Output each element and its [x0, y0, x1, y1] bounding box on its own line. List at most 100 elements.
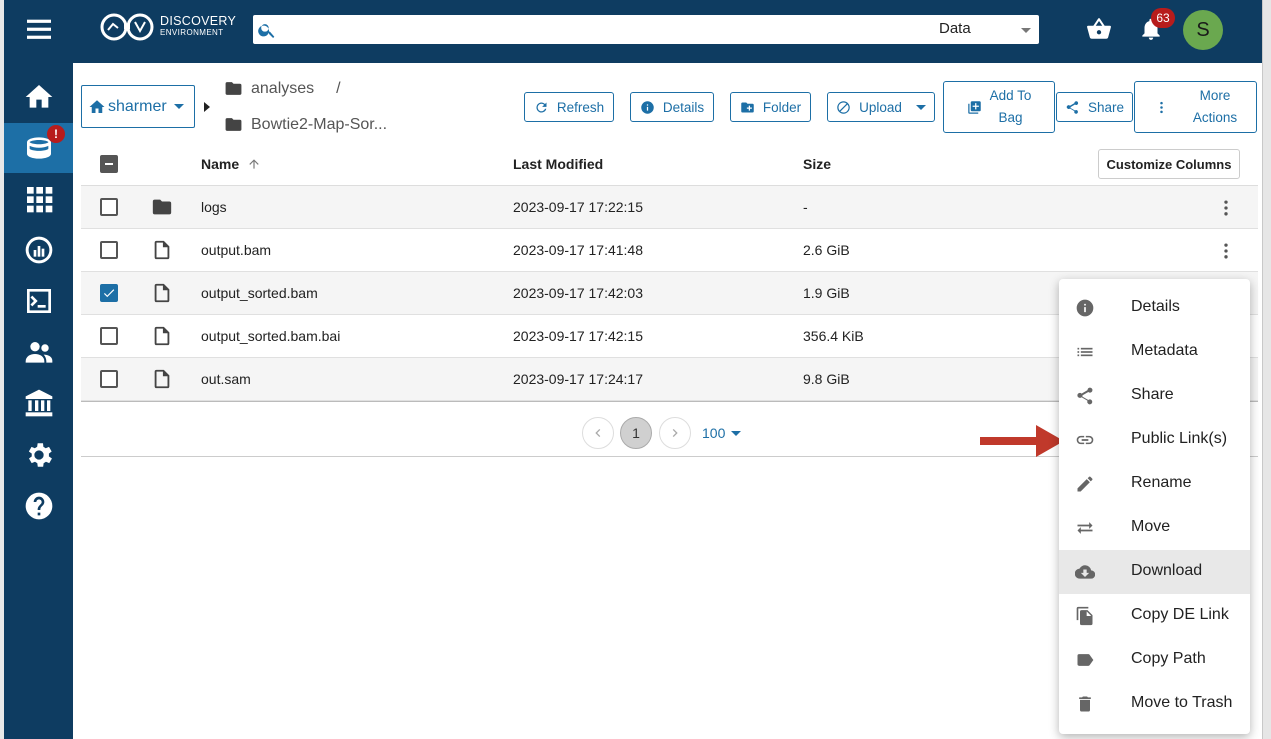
menu-item-public-links[interactable]: Public Link(s)	[1059, 418, 1250, 462]
menu-item-label: Move to Trash	[1131, 694, 1233, 711]
row-checkbox[interactable]	[100, 327, 118, 345]
swap-icon	[1075, 518, 1095, 538]
share-button[interactable]: Share	[1056, 92, 1133, 122]
data-alert-badge: !	[47, 125, 65, 143]
row-checkbox[interactable]	[100, 284, 118, 302]
upload-button[interactable]: Upload	[827, 92, 935, 122]
file-name[interactable]: output_sorted.bam	[201, 285, 318, 301]
chevron-down-icon	[1021, 28, 1031, 33]
menu-item-copy-de-link[interactable]: Copy DE Link	[1059, 594, 1250, 638]
add-folder-icon	[741, 102, 754, 112]
sort-ascending-icon	[249, 159, 259, 169]
menu-item-metadata[interactable]: Metadata	[1059, 330, 1250, 374]
menu-item-label: Move	[1131, 518, 1171, 535]
search-input[interactable]	[281, 17, 901, 42]
notifications-count-badge: 63	[1151, 8, 1175, 28]
page-number-button[interactable]: 1	[620, 417, 652, 449]
breadcrumb-label: analyses	[251, 79, 315, 97]
refresh-button[interactable]: Refresh	[524, 92, 614, 122]
row-checkbox[interactable]	[100, 198, 118, 216]
add-to-bag-button[interactable]: Add To Bag	[943, 81, 1055, 133]
terminal-icon	[26, 289, 51, 313]
page-size-select[interactable]: 100	[702, 425, 742, 441]
breadcrumb-item-analyses[interactable]: analyses /	[224, 79, 341, 98]
label-icon	[1075, 650, 1095, 670]
new-folder-button[interactable]: Folder	[730, 92, 811, 122]
next-page-button[interactable]	[659, 417, 691, 449]
sidebar-item-data[interactable]: !	[4, 123, 73, 173]
row-actions-button[interactable]	[1216, 198, 1236, 218]
app-name-line1: DISCOVERY	[160, 14, 237, 28]
more-vertical-icon	[1160, 101, 1163, 113]
minus-icon	[105, 163, 113, 165]
menu-item-label: Public Link(s)	[1131, 430, 1228, 447]
file-name[interactable]: output.bam	[201, 242, 271, 258]
menu-item-copy-path[interactable]: Copy Path	[1059, 638, 1250, 682]
menu-item-move-to-trash[interactable]: Move to Trash	[1059, 682, 1250, 726]
table-row[interactable]: output.bam 2023-09-17 17:41:48 2.6 GiB	[81, 229, 1258, 272]
row-checkbox[interactable]	[100, 241, 118, 259]
basket-icon	[1087, 18, 1111, 39]
user-home-dropdown[interactable]: sharmer	[81, 85, 195, 128]
menu-item-share[interactable]: Share	[1059, 374, 1250, 418]
apps-icon	[26, 187, 52, 213]
menu-item-details[interactable]: Details	[1059, 286, 1250, 330]
menu-item-download[interactable]: Download	[1059, 550, 1250, 594]
sidebar-item-help[interactable]	[4, 481, 73, 531]
bag-button[interactable]	[1086, 16, 1112, 42]
global-search: Data	[253, 15, 1039, 44]
sidebar-item-analyses[interactable]	[4, 225, 73, 275]
column-header-name[interactable]: Name	[201, 156, 261, 172]
info-icon	[1075, 298, 1095, 318]
details-button[interactable]: Details	[630, 92, 714, 122]
file-icon	[151, 325, 173, 347]
last-modified: 2023-09-17 17:42:15	[513, 328, 643, 344]
column-name-label: Name	[201, 156, 240, 172]
customize-columns-button[interactable]: Customize Columns	[1098, 149, 1240, 179]
file-name[interactable]: logs	[201, 199, 227, 215]
file-name[interactable]: output_sorted.bam.bai	[201, 328, 340, 344]
folder-icon	[225, 82, 242, 95]
home-icon	[89, 99, 105, 113]
chevron-down-icon	[731, 430, 742, 436]
file-size: 356.4 KiB	[803, 328, 864, 344]
row-checkbox[interactable]	[100, 370, 118, 388]
left-sidebar: !	[0, 0, 73, 739]
add-to-bag-icon	[967, 100, 981, 114]
menu-item-move[interactable]: Move	[1059, 506, 1250, 550]
breadcrumb-label: Bowtie2-Map-Sor...	[251, 115, 388, 133]
link-icon	[1075, 430, 1095, 450]
menu-item-rename[interactable]: Rename	[1059, 462, 1250, 506]
prev-page-button[interactable]	[582, 417, 614, 449]
sidebar-item-settings[interactable]	[4, 430, 73, 480]
breadcrumb-expand-arrow[interactable]	[204, 102, 210, 112]
page-size-value: 100	[702, 425, 726, 441]
window-edge-right	[1262, 0, 1271, 739]
table-header: Name Last Modified Size Customize Column…	[81, 142, 1258, 186]
sidebar-item-home[interactable]	[4, 72, 73, 122]
file-name[interactable]: out.sam	[201, 371, 251, 387]
more-vertical-icon	[1224, 243, 1228, 259]
sidebar-item-teams[interactable]	[4, 327, 73, 377]
last-modified: 2023-09-17 17:41:48	[513, 242, 643, 258]
last-modified: 2023-09-17 17:22:15	[513, 199, 643, 215]
column-header-modified[interactable]: Last Modified	[513, 156, 603, 172]
menu-toggle-button[interactable]	[4, 4, 73, 54]
app-name-line2: ENVIRONMENT	[160, 28, 224, 37]
user-avatar[interactable]: S	[1183, 10, 1223, 50]
app-logo[interactable]: DISCOVERY ENVIRONMENT	[100, 12, 236, 42]
annotation-arrow	[980, 425, 1064, 457]
sidebar-item-vice[interactable]	[4, 276, 73, 326]
file-icon	[151, 239, 173, 261]
search-scope-select[interactable]: Data	[937, 15, 1039, 44]
more-actions-label-line1: More	[1199, 88, 1231, 103]
table-row[interactable]: logs 2023-09-17 17:22:15 -	[81, 186, 1258, 229]
row-actions-button[interactable]	[1216, 241, 1236, 261]
breadcrumb-item-current[interactable]: Bowtie2-Map-Sor...	[224, 115, 387, 134]
column-header-size[interactable]: Size	[803, 156, 831, 172]
sidebar-item-collections[interactable]	[4, 378, 73, 428]
more-actions-button[interactable]: More Actions	[1134, 81, 1257, 133]
sidebar-item-apps[interactable]	[4, 174, 73, 224]
select-all-checkbox[interactable]	[100, 155, 118, 173]
search-icon[interactable]	[257, 20, 277, 40]
